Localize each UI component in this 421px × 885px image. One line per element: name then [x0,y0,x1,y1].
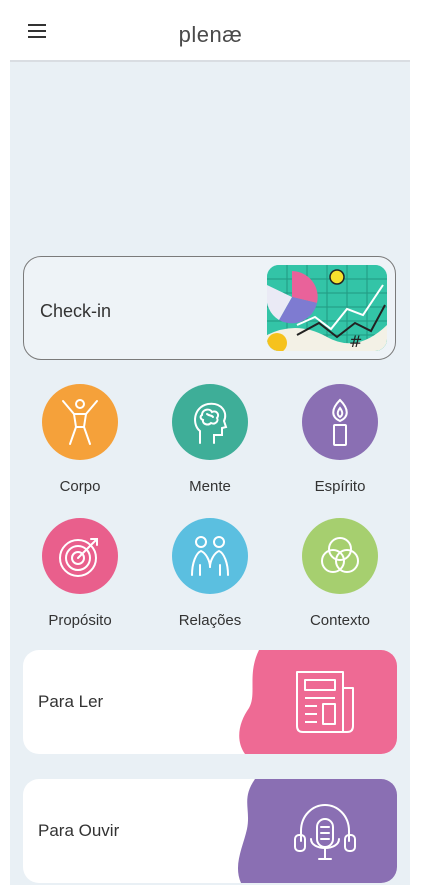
people-icon [172,518,248,594]
dimension-label: Mente [189,478,231,495]
card-label: Para Ouvir [38,821,120,840]
app-logo: plenæ [0,22,421,48]
main-content: Check-in # Corpo Mente Espírito Propósit… [10,62,410,885]
dimension-label: Corpo [59,478,101,495]
card-background-blob [239,650,397,754]
dimension-label: Propósito [48,612,112,629]
logo-text: plenæ [178,22,243,47]
checkin-label: Check-in [40,301,112,321]
dimension-label: Relações [178,612,242,629]
dimension-mente[interactable]: Mente [155,384,265,495]
card-background-blob [237,779,397,883]
dimension-corpo[interactable]: Corpo [25,384,135,495]
overlapping-circles-icon [302,518,378,594]
dimension-contexto[interactable]: Contexto [285,518,395,629]
dimension-label: Espírito [314,478,366,495]
dimension-espirito[interactable]: Espírito [285,384,395,495]
para-ler-card[interactable]: Para Ler [23,650,397,754]
card-label: Para Ler [38,692,104,711]
dimension-label: Contexto [309,612,371,629]
svg-text:#: # [349,332,362,351]
dimension-relacoes[interactable]: Relações [155,518,265,629]
chart-illustration-icon: # [267,265,387,351]
candle-icon [302,384,378,460]
body-figure-icon [42,384,118,460]
para-ouvir-card[interactable]: Para Ouvir [23,779,397,883]
app-header: plenæ [0,0,421,62]
head-brain-icon [172,384,248,460]
target-icon [42,518,118,594]
checkin-card[interactable]: Check-in # [23,256,396,360]
dimension-proposito[interactable]: Propósito [25,518,135,629]
